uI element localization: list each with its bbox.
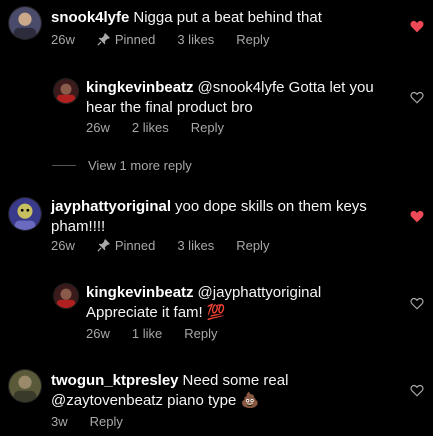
comment-username[interactable]: kingkevinbeatz: [86, 284, 194, 301]
heart-icon[interactable]: [410, 210, 424, 223]
comment-body-line2: @zaytovenbeatz piano type 💩: [51, 392, 260, 409]
comment-likes[interactable]: 3 likes: [177, 32, 214, 47]
comment-time: 3w: [51, 414, 68, 429]
comment-body: Nigga put a beat behind that: [133, 9, 322, 26]
avatar[interactable]: [53, 283, 79, 309]
comment-body: @snook4lyfe Gotta let you: [197, 79, 374, 96]
pin-icon: [97, 239, 110, 252]
heart-icon[interactable]: [410, 20, 424, 33]
comment-username[interactable]: twogun_ktpresley: [51, 372, 179, 389]
reply-button[interactable]: Reply: [236, 32, 269, 47]
comment-likes[interactable]: 2 likes: [132, 120, 169, 135]
comment-body: yoo dope skills on them keys: [175, 198, 367, 215]
divider: [52, 165, 76, 166]
comment-text: twogun_ktpresley Need some real @zaytoven…: [51, 371, 401, 411]
view-more-replies-button[interactable]: View 1 more reply: [52, 158, 192, 173]
comment-username[interactable]: jayphattyoriginal: [51, 198, 171, 215]
comment-meta: 26w 2 likes Reply: [86, 120, 246, 135]
comment-time: 26w: [86, 120, 110, 135]
avatar[interactable]: [8, 197, 42, 231]
heart-icon[interactable]: [410, 384, 424, 397]
comment-time: 26w: [51, 32, 75, 47]
comment-text: jayphattyoriginal yoo dope skills on them…: [51, 197, 401, 237]
reply-button[interactable]: Reply: [184, 326, 217, 341]
comment-text: kingkevinbeatz @snook4lyfe Gotta let you …: [86, 78, 406, 118]
comment-body: Need some real: [182, 372, 289, 389]
comment-body: @jayphattyoriginal: [197, 284, 322, 301]
avatar[interactable]: [8, 6, 42, 40]
comment-likes[interactable]: 1 like: [132, 326, 162, 341]
pinned-label: Pinned: [97, 238, 155, 253]
comment-body-line2: pham!!!!: [51, 218, 106, 235]
reply-button[interactable]: Reply: [191, 120, 224, 135]
pin-icon: [97, 33, 110, 46]
comment-meta: 3w Reply: [51, 414, 145, 429]
comment-username[interactable]: snook4lyfe: [51, 9, 129, 26]
comment-time: 26w: [51, 238, 75, 253]
comment-time: 26w: [86, 326, 110, 341]
comments-thread: snook4lyfe Nigga put a beat behind that 2…: [0, 0, 433, 436]
heart-icon[interactable]: [410, 297, 424, 310]
reply-button[interactable]: Reply: [236, 238, 269, 253]
comment-meta: 26w Pinned 3 likes Reply: [51, 238, 291, 253]
avatar[interactable]: [8, 369, 42, 403]
avatar[interactable]: [53, 78, 79, 104]
comment-text: kingkevinbeatz @jayphattyoriginal Appreci…: [86, 283, 406, 323]
comment-meta: 26w 1 like Reply: [86, 326, 239, 341]
comment-meta: 26w Pinned 3 likes Reply: [51, 32, 291, 47]
comment-likes[interactable]: 3 likes: [177, 238, 214, 253]
comment-username[interactable]: kingkevinbeatz: [86, 79, 194, 96]
comment-body-line2: hear the final product bro: [86, 99, 253, 116]
comment-body-line2: Appreciate it fam! 💯: [86, 304, 226, 321]
reply-button[interactable]: Reply: [90, 414, 123, 429]
pinned-label: Pinned: [97, 32, 155, 47]
heart-icon[interactable]: [410, 91, 424, 104]
comment-text: snook4lyfe Nigga put a beat behind that: [51, 8, 391, 28]
